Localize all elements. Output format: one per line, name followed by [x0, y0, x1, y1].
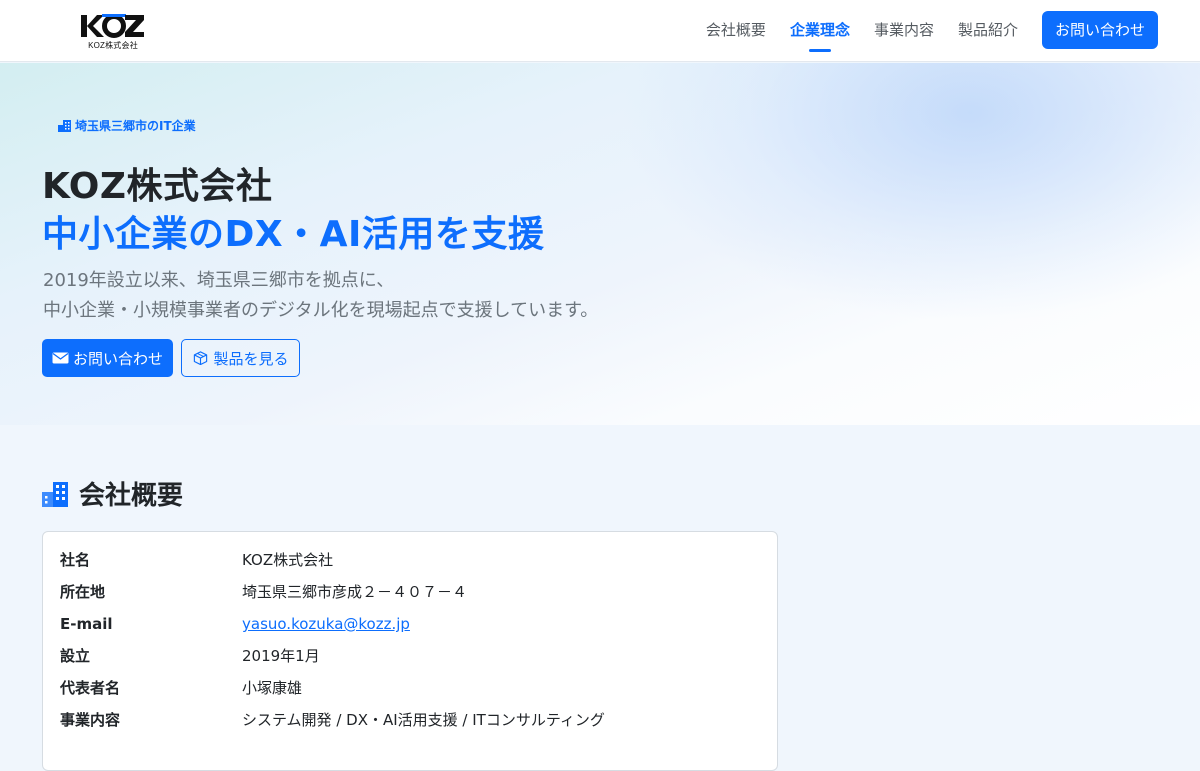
hero-products-button[interactable]: 製品を見る [181, 339, 300, 377]
row-value: 小塚康雄 [242, 679, 303, 697]
email-link[interactable]: yasuo.kozuka@kozz.jp [242, 608, 410, 640]
section-title: 会社概要 [79, 481, 184, 511]
main-nav: 会社概要 企業理念 事業内容 製品紹介 お問い合わせ [706, 11, 1158, 49]
header-contact-button[interactable]: お問い合わせ [1041, 11, 1158, 49]
hero-description-line: 2019年設立以来、埼玉県三郷市を拠点に、 [43, 270, 395, 291]
row-value: 2019年1月 [242, 647, 320, 665]
row-value: KOZ株式会社 [242, 551, 334, 569]
hero-title: KOZ株式会社 [42, 166, 273, 207]
row-label: 社名 [60, 551, 91, 569]
hero-badge-text: 埼玉県三郷市のIT企業 [75, 119, 196, 133]
section-heading: 会社概要 [42, 475, 183, 512]
hero-section: 埼玉県三郷市のIT企業 KOZ株式会社 中小企業のDX・AI活用を支援 2019… [0, 63, 1200, 425]
hero-description-line: 中小企業・小規模事業者のデジタル化を現場起点で支援しています。 [43, 300, 599, 321]
hero-badge: 埼玉県三郷市のIT企業 [58, 117, 196, 134]
row-value: 埼玉県三郷市彦成２－４０７－４ [242, 583, 468, 601]
company-logo[interactable]: KOZ株式会社 [80, 12, 146, 52]
hero-products-button-label: 製品を見る [213, 349, 289, 368]
row-label: 事業内容 [60, 711, 121, 729]
building-icon [58, 119, 71, 132]
box-icon [194, 351, 208, 365]
koz-logo-mark [81, 14, 144, 38]
buildings-icon [42, 481, 68, 507]
nav-link-products[interactable]: 製品紹介 [958, 11, 1018, 49]
nav-link-philosophy[interactable]: 企業理念 [790, 11, 850, 49]
envelope-icon [52, 352, 69, 364]
row-label: E-mail [60, 615, 113, 633]
hero-description: 2019年設立以来、埼玉県三郷市を拠点に、 中小企業・小規模事業者のデジタル化を… [43, 266, 598, 326]
hero-contact-button-label: お問い合わせ [72, 349, 163, 368]
hero-contact-button[interactable]: お問い合わせ [42, 339, 173, 377]
nav-link-company-overview[interactable]: 会社概要 [706, 11, 766, 49]
nav-link-business[interactable]: 事業内容 [874, 11, 934, 49]
logo-subtitle: KOZ株式会社 [88, 41, 138, 50]
site-header: KOZ株式会社 会社概要 企業理念 事業内容 製品紹介 お問い合わせ [0, 0, 1200, 62]
company-info-table: 社名 KOZ株式会社 所在地 埼玉県三郷市彦成２－４０７－４ E-mail ya… [42, 531, 778, 771]
row-label: 所在地 [60, 583, 106, 601]
row-value: システム開発 / DX・AI活用支援 / ITコンサルティング [242, 711, 605, 729]
hero-subtitle: 中小企業のDX・AI活用を支援 [42, 214, 545, 255]
row-label: 代表者名 [60, 679, 121, 697]
company-overview-section: 会社概要 社名 KOZ株式会社 所在地 埼玉県三郷市彦成２－４０７－４ E-ma… [0, 425, 1200, 771]
row-label: 設立 [60, 647, 91, 665]
